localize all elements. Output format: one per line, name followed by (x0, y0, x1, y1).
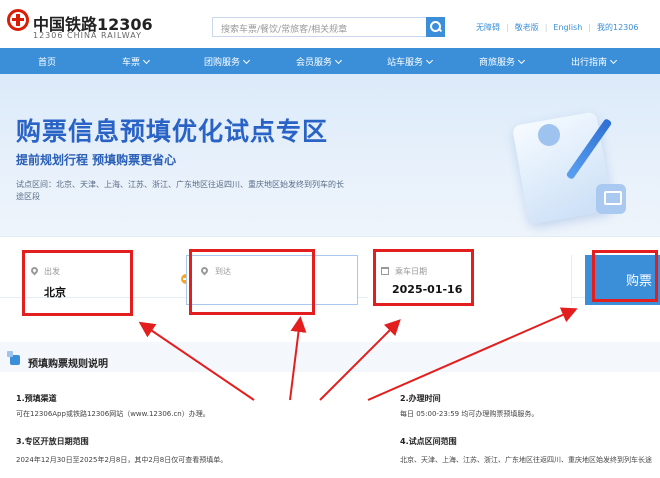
main-nav: 首页 车票 团购服务 会员服务 站车服务 商旅服务 出行指南 (0, 48, 660, 74)
rules-section: 预填购票规则说明 1.预填渠道 可在12306App或铁路12306网站（www… (0, 342, 660, 478)
railway-logo-icon[interactable] (7, 9, 29, 31)
chevron-down-icon (425, 56, 434, 65)
banner-subtitle: 提前规划行程 预填购票更省心 (16, 153, 177, 167)
search-icon[interactable] (426, 17, 445, 37)
rule-text: 每日 05:00-23:59 均可办理购票预填服务。 (400, 410, 539, 418)
link-my12306[interactable]: 我的12306 (597, 23, 638, 32)
nav-item-station[interactable]: 站车服务 (387, 55, 434, 68)
banner-title: 购票信息预填优化试点专区 (16, 117, 329, 146)
site-header: 中国铁路12306 12306 CHINA RAILWAY 搜索车票/餐饮/常旅… (0, 0, 660, 48)
rules-header: 预填购票规则说明 (0, 342, 660, 372)
annotation-box-buy (592, 250, 658, 302)
nav-item-group[interactable]: 团购服务 (204, 55, 251, 68)
rule-text: 2024年12月30日至2025年2月8日，其中2月8日仅可查看预填单。 (16, 456, 228, 464)
nav-item-member[interactable]: 会员服务 (296, 55, 343, 68)
annotation-box-from (22, 250, 133, 316)
brand-name-en: 12306 CHINA RAILWAY (33, 31, 142, 40)
nav-item-home[interactable]: 首页 (38, 55, 56, 68)
promo-banner: 购票信息预填优化试点专区 提前规划行程 预填购票更省心 试点区间：北京、天津、上… (0, 74, 660, 236)
link-accessibility[interactable]: 无障碍 (476, 23, 500, 32)
train-icon (596, 184, 626, 214)
rule-heading: 1.预填渠道 (16, 394, 57, 403)
rule-heading: 2.办理时间 (400, 394, 441, 403)
link-elderly[interactable]: 敬老版 (515, 23, 539, 32)
chevron-down-icon (517, 56, 526, 65)
annotation-box-date (373, 249, 474, 306)
chevron-down-icon (242, 56, 251, 65)
document-icon (7, 351, 20, 365)
chevron-down-icon (609, 56, 618, 65)
link-english[interactable]: English (553, 23, 582, 32)
user-icon (538, 124, 560, 146)
search-input[interactable]: 搜索车票/餐饮/常旅客/相关规章 (212, 17, 445, 37)
nav-item-guide[interactable]: 出行指南 (571, 55, 618, 68)
top-links: 无障碍 | 敬老版 | English | 我的12306 (476, 23, 639, 32)
rules-title: 预填购票规则说明 (28, 359, 108, 370)
nav-item-business[interactable]: 商旅服务 (479, 55, 526, 68)
chevron-down-icon (142, 56, 151, 65)
banner-description: 试点区间：北京、天津、上海、江苏、浙江、广东地区往返四川、重庆地区始发终到列车的… (16, 180, 344, 201)
chevron-down-icon (334, 56, 343, 65)
rule-heading: 3.专区开放日期范围 (16, 437, 89, 446)
annotation-box-to (189, 249, 315, 315)
rule-text: 可在12306App或铁路12306网站（www.12306.cn）办理。 (16, 410, 210, 418)
rule-heading: 4.试点区间范围 (400, 437, 457, 446)
rule-text: 北京、天津、上海、江苏、浙江、广东地区往返四川、重庆地区始发终到列车长途 (400, 456, 652, 464)
nav-item-tickets[interactable]: 车票 (122, 55, 151, 68)
